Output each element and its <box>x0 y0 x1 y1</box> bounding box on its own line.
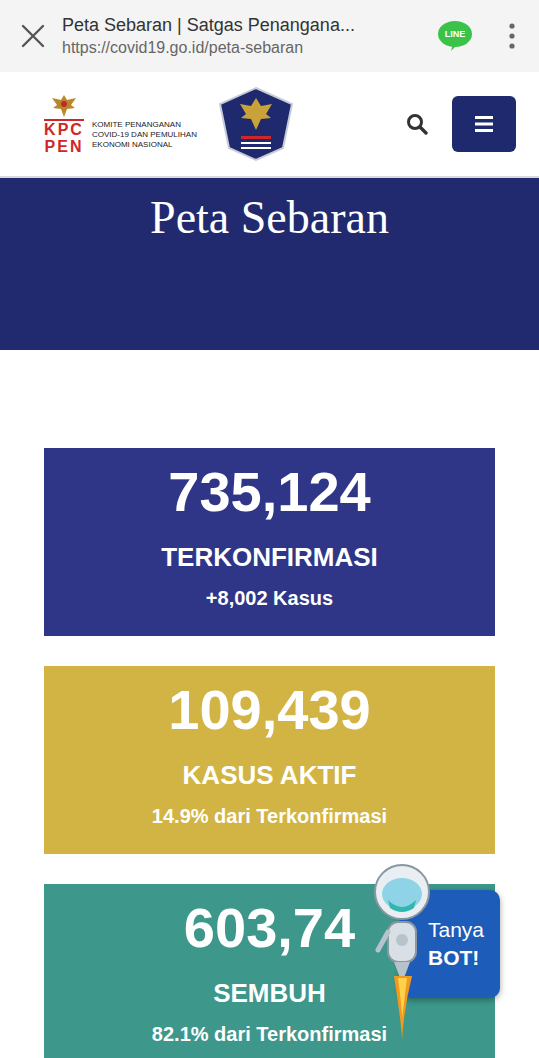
line-share-button[interactable]: LINE <box>437 20 473 52</box>
stat-value: 735,124 <box>168 460 370 524</box>
stat-note: 82.1% dari Terkonfirmasi <box>152 1020 387 1048</box>
satgas-shield-icon[interactable] <box>217 86 295 162</box>
logo-line: KOMITE PENANGANAN <box>92 120 197 130</box>
robot-mascot-icon[interactable] <box>374 858 430 1042</box>
logo-letters: KPC <box>44 119 84 138</box>
stat-note: 14.9% dari Terkonfirmasi <box>152 802 387 830</box>
more-icon[interactable] <box>507 22 517 50</box>
logo-line: COVID-19 DAN PEMULIHAN <box>92 130 197 140</box>
stat-value: 603,74 <box>184 896 355 960</box>
page-title: Peta Sebaran | Satgas Penangana... <box>62 13 429 37</box>
search-icon[interactable] <box>406 113 428 135</box>
page-url: https://covid19.go.id/peta-sebaran <box>62 37 429 59</box>
stat-note: +8,002 Kasus <box>206 584 333 612</box>
address-area[interactable]: Peta Sebaran | Satgas Penangana...https:… <box>62 13 429 59</box>
bot-label[interactable]: BOT! <box>428 944 494 972</box>
close-icon[interactable] <box>20 23 46 49</box>
kpcpen-mark: KPCPEN <box>42 93 86 155</box>
garuda-icon <box>49 93 79 119</box>
line-label: LINE <box>445 29 466 39</box>
stat-label: TERKONFIRMASI <box>161 540 378 574</box>
page-banner: Peta Sebaran <box>0 178 539 350</box>
kpcpen-logo[interactable]: KPCPENKOMITE PENANGANANCOVID-19 DAN PEMU… <box>42 93 197 155</box>
browser-bar: Peta Sebaran | Satgas Penangana...https:… <box>0 0 539 72</box>
stat-label: KASUS AKTIF <box>183 758 357 792</box>
stat-card: 735,124 TERKONFIRMASI +8,002 Kasus <box>44 448 495 636</box>
site-header: KPCPENKOMITE PENANGANANCOVID-19 DAN PEMU… <box>0 72 539 178</box>
logo-text: KOMITE PENANGANANCOVID-19 DAN PEMULIHANE… <box>92 120 197 150</box>
logo-line: EKONOMI NASIONAL <box>92 140 197 150</box>
menu-button[interactable] <box>452 96 516 152</box>
stat-card: 109,439 KASUS AKTIF 14.9% dari Terkonfirma… <box>44 666 495 854</box>
menu-icon <box>475 116 493 132</box>
logo-letters: PEN <box>45 138 84 155</box>
banner-title: Peta Sebaran <box>150 190 389 350</box>
bot-label[interactable]: Tanya <box>428 916 494 944</box>
stat-label: SEMBUH <box>213 976 326 1010</box>
stat-value: 109,439 <box>168 678 370 742</box>
